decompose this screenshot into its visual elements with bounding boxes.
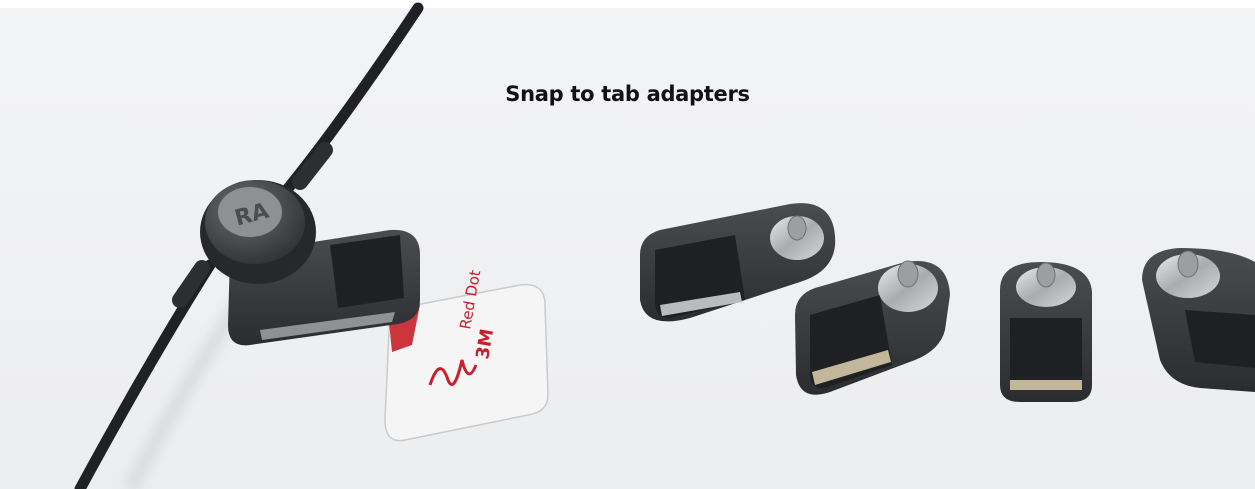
snap-adapter-icon (1000, 262, 1092, 402)
page-title: Snap to tab adapters (505, 82, 750, 106)
product-photo: 3M Red Dot RA (0, 0, 1255, 489)
round-hub-icon: RA (200, 180, 316, 284)
product-photo-canvas: 3M Red Dot RA Snap to tab adapters (0, 0, 1255, 489)
photo-background (0, 8, 1255, 489)
